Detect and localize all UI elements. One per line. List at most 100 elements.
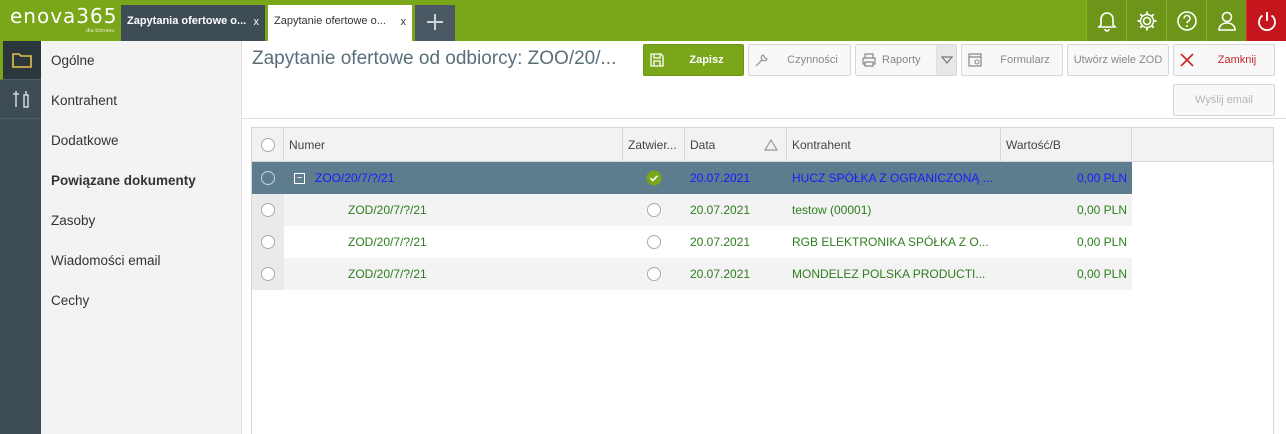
create-many-zod-button[interactable]: Utwórz wiele ZOD	[1067, 44, 1169, 76]
cell-number: ZOD/20/7/?/21	[348, 203, 427, 217]
tab-list[interactable]: Zapytania ofertowe o... x	[121, 5, 265, 41]
power-icon	[1257, 11, 1276, 31]
left-rail	[0, 41, 41, 434]
cell-contractor: MONDELEZ POLSKA PRODUCTI...	[792, 267, 986, 281]
send-email-label: Wyślij email	[1195, 94, 1253, 106]
not-approved-circle	[647, 235, 661, 249]
select-all-checkbox[interactable]	[252, 128, 284, 162]
cell-date: 20.07.2021	[690, 171, 751, 185]
settings-button[interactable]	[1126, 0, 1166, 41]
sidebar-item-additional[interactable]: Dodatkowe	[41, 121, 241, 161]
cell-approved	[623, 162, 685, 194]
approved-check-icon	[646, 170, 662, 186]
cell-number: − ZOO/20/7/?/21	[288, 162, 623, 194]
cell-date: 20.07.2021	[690, 203, 751, 217]
top-bar: enova365 dla biznesu Zapytania ofertowe …	[0, 0, 1286, 41]
sort-ascending-icon	[764, 139, 778, 151]
table-row[interactable]: ZOD/20/7/?/21 20.07.2021 MONDELEZ POLSKA…	[252, 258, 1132, 290]
header-divider	[242, 118, 1286, 119]
row-select-circle	[261, 203, 275, 217]
help-button[interactable]	[1166, 0, 1206, 41]
cell-date: 20.07.2021	[690, 235, 751, 249]
create-many-label: Utwórz wiele ZOD	[1073, 54, 1163, 66]
rail-item-tools[interactable]	[0, 80, 41, 119]
sidebar-item-contractor[interactable]: Kontrahent	[41, 81, 241, 121]
floppy-icon	[650, 53, 664, 67]
row-select[interactable]	[252, 194, 284, 226]
tab-label: Zapytania ofertowe o...	[127, 15, 247, 27]
user-icon	[1217, 11, 1236, 31]
select-all-circle	[260, 138, 275, 152]
row-select[interactable]	[252, 258, 284, 290]
notifications-button[interactable]	[1086, 0, 1126, 41]
table-row[interactable]: − ZOO/20/7/?/21 20.07.2021 HUCZ SPÓŁKA Z…	[252, 162, 1132, 194]
tab-close-button[interactable]: x	[401, 16, 407, 28]
sidebar-item-general[interactable]: Ogólne	[41, 41, 241, 81]
column-header-date-label: Data	[690, 138, 716, 152]
logo-subtitle: dla biznesu	[86, 28, 115, 34]
column-header-value[interactable]: Wartość/B	[1001, 128, 1132, 162]
cell-number: ZOD/20/7/?/21	[348, 235, 427, 249]
actions-button[interactable]: Czynności	[748, 44, 851, 76]
sidebar-item-resources[interactable]: Zasoby	[41, 201, 241, 241]
sidebar-item-features[interactable]: Cechy	[41, 281, 241, 321]
detail-sidebar: Ogólne Kontrahent Dodatkowe Powiązane do…	[41, 41, 242, 434]
actions-label: Czynności	[787, 54, 838, 66]
help-icon	[1176, 10, 1197, 31]
column-header-approved[interactable]: Zatwier...	[623, 128, 685, 162]
cell-value: 0,00 PLN	[1076, 203, 1127, 217]
cell-approved	[623, 194, 685, 226]
column-header-contractor[interactable]: Kontrahent	[787, 128, 1001, 162]
tab-label: Zapytanie ofertowe o...	[274, 15, 386, 27]
close-button[interactable]: Zamknij	[1173, 44, 1275, 76]
send-email-button[interactable]: Wyślij email	[1173, 84, 1275, 116]
logout-button[interactable]	[1246, 0, 1286, 41]
cell-contractor: HUCZ SPÓŁKA Z OGRANICZONĄ ...	[792, 171, 993, 185]
cell-contractor: testow (00001)	[792, 203, 872, 217]
tab-detail[interactable]: Zapytanie ofertowe o... x	[268, 5, 412, 41]
app-logo[interactable]: enova365 dla biznesu	[10, 4, 118, 34]
tab-close-button[interactable]: x	[254, 16, 260, 28]
save-label: Zapisz	[689, 54, 724, 66]
sidebar-item-related-documents[interactable]: Powiązane dokumenty	[41, 161, 241, 201]
form-label: Formularz	[1000, 54, 1050, 66]
table-row[interactable]: ZOD/20/7/?/21 20.07.2021 RGB ELEKTRONIKA…	[252, 226, 1132, 258]
printer-icon	[862, 53, 876, 67]
cell-approved	[623, 258, 685, 290]
cell-number: ZOD/20/7/?/21	[348, 267, 427, 281]
not-approved-circle	[647, 267, 661, 281]
column-header-date[interactable]: Data	[685, 128, 787, 162]
user-button[interactable]	[1206, 0, 1246, 41]
cell-number-text: ZOO/20/7/?/21	[315, 171, 395, 185]
cell-value: 0,00 PLN	[1076, 171, 1127, 185]
cell-approved	[623, 226, 685, 258]
grid-header: Numer Zatwier... Data Kontrahent Wartość…	[252, 128, 1273, 162]
related-documents-grid: Numer Zatwier... Data Kontrahent Wartość…	[251, 127, 1274, 434]
logo-text: enova365	[10, 4, 118, 28]
gear-icon	[1137, 11, 1156, 30]
rail-item-documents[interactable]	[0, 41, 41, 80]
cell-value: 0,00 PLN	[1076, 235, 1127, 249]
reports-dropdown[interactable]	[936, 45, 956, 75]
wrench-icon	[755, 54, 768, 67]
bell-icon	[1096, 11, 1117, 32]
collapse-symbol: −	[296, 172, 303, 184]
row-select-circle	[261, 171, 275, 185]
reports-button[interactable]: Raporty	[855, 44, 957, 76]
row-select[interactable]	[252, 162, 284, 194]
row-select-circle	[261, 235, 275, 249]
save-button[interactable]: Zapisz	[643, 44, 744, 76]
collapse-toggle[interactable]: −	[294, 172, 305, 184]
cell-date: 20.07.2021	[690, 267, 751, 281]
column-header-number[interactable]: Numer	[284, 128, 623, 162]
table-row[interactable]: ZOD/20/7/?/21 20.07.2021 testow (00001) …	[252, 194, 1132, 226]
form-icon	[968, 53, 982, 67]
tools-icon	[12, 91, 29, 108]
plus-icon	[427, 14, 443, 30]
sidebar-item-email-messages[interactable]: Wiadomości email	[41, 241, 241, 281]
row-select[interactable]	[252, 226, 284, 258]
not-approved-circle	[647, 203, 661, 217]
add-tab-button[interactable]	[415, 5, 455, 41]
form-button[interactable]: Formularz	[961, 44, 1063, 76]
chevron-down-icon	[940, 56, 953, 64]
